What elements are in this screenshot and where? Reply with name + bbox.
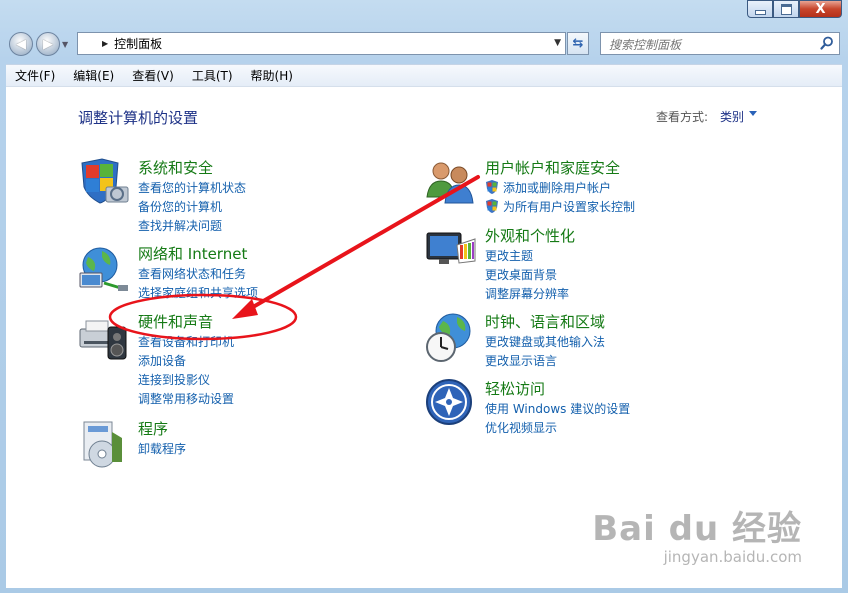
maximize-button[interactable] xyxy=(773,0,799,18)
user-accounts-icon[interactable] xyxy=(425,157,477,209)
page-title: 调整计算机的设置 xyxy=(78,109,199,127)
category-title[interactable]: 网络和 Internet xyxy=(138,243,247,264)
link-change-keyboard[interactable]: 更改键盘或其他输入法 xyxy=(485,333,605,352)
clock-region-icon[interactable] xyxy=(425,311,477,363)
caption-buttons: X xyxy=(747,0,842,18)
menu-view[interactable]: 查看(V) xyxy=(123,66,183,86)
back-button[interactable]: ◀ xyxy=(9,32,33,56)
uac-shield-icon xyxy=(486,180,498,194)
view-by-label: 查看方式: xyxy=(656,110,709,124)
breadcrumb-control-panel[interactable]: 控制面板 xyxy=(114,35,162,52)
link-devices-printers[interactable]: 查看设备和打印机 xyxy=(138,333,234,352)
link-mobility-settings[interactable]: 调整常用移动设置 xyxy=(138,390,234,409)
breadcrumb-arrow-icon[interactable]: ▶ xyxy=(102,39,108,48)
link-adjust-resolution[interactable]: 调整屏幕分辨率 xyxy=(485,285,569,304)
link-troubleshoot[interactable]: 查找并解决问题 xyxy=(138,217,246,236)
minimize-icon xyxy=(754,9,766,15)
forward-button[interactable]: ▶ xyxy=(36,32,60,56)
link-change-display-language[interactable]: 更改显示语言 xyxy=(485,352,605,371)
link-network-status[interactable]: 查看网络状态和任务 xyxy=(138,265,258,284)
watermark-url: jingyan.baidu.com xyxy=(663,548,802,566)
link-backup-computer[interactable]: 备份您的计算机 xyxy=(138,198,246,217)
programs-icon[interactable] xyxy=(78,418,130,470)
link-add-remove-accounts[interactable]: 添加或删除用户帐户 xyxy=(485,179,635,198)
refresh-button[interactable]: ⇆ xyxy=(567,32,589,55)
category-title[interactable]: 系统和安全 xyxy=(138,157,213,178)
category-title[interactable]: 用户帐户和家庭安全 xyxy=(485,157,620,178)
watermark-brand: Bai du 经验 xyxy=(592,509,802,549)
link-connect-projector[interactable]: 连接到投影仪 xyxy=(138,371,234,390)
appearance-icon[interactable] xyxy=(425,225,477,277)
link-view-computer-status[interactable]: 查看您的计算机状态 xyxy=(138,179,246,198)
category-title[interactable]: 轻松访问 xyxy=(485,378,545,399)
network-icon[interactable] xyxy=(78,243,130,295)
menu-edit[interactable]: 编辑(E) xyxy=(64,66,123,86)
category-title[interactable]: 外观和个性化 xyxy=(485,225,575,246)
uac-shield-icon xyxy=(486,199,498,213)
link-windows-suggested-settings[interactable]: 使用 Windows 建议的设置 xyxy=(485,400,630,419)
category-title[interactable]: 硬件和声音 xyxy=(138,311,213,332)
recent-pages-dropdown-icon[interactable]: ▼ xyxy=(62,40,72,50)
content-area: 调整计算机的设置 查看方式: 类别 系统和安全 查看您的计算机状态 备份您的计算… xyxy=(6,86,842,588)
system-security-icon[interactable] xyxy=(78,157,130,209)
view-by-dropdown[interactable]: 类别 xyxy=(720,108,744,125)
link-change-theme[interactable]: 更改主题 xyxy=(485,247,569,266)
address-bar[interactable]: ▶ 控制面板 ▼ xyxy=(77,32,566,55)
menu-file[interactable]: 文件(F) xyxy=(6,66,64,86)
search-icon[interactable] xyxy=(820,36,834,50)
link-parental-controls[interactable]: 为所有用户设置家长控制 xyxy=(485,198,635,217)
category-title[interactable]: 时钟、语言和区域 xyxy=(485,311,605,332)
control-panel-window: X ◀ ▶ ▼ ▶ 控制面板 ▼ ⇆ 文件(F) 编辑(E) 查看(V) 工具(… xyxy=(0,0,848,593)
menu-tools[interactable]: 工具(T) xyxy=(183,66,242,86)
link-add-device[interactable]: 添加设备 xyxy=(138,352,234,371)
link-label[interactable]: 为所有用户设置家长控制 xyxy=(503,200,635,214)
address-dropdown-icon[interactable]: ▼ xyxy=(554,38,561,48)
view-by-arrow-icon[interactable] xyxy=(749,111,757,116)
menu-help[interactable]: 帮助(H) xyxy=(242,66,302,86)
link-optimize-display[interactable]: 优化视频显示 xyxy=(485,419,630,438)
link-uninstall-program[interactable]: 卸载程序 xyxy=(138,440,186,459)
baidu-watermark: Bai du 经验 jingyan.baidu.com xyxy=(592,501,802,566)
search-box[interactable] xyxy=(600,32,840,55)
link-change-background[interactable]: 更改桌面背景 xyxy=(485,266,569,285)
maximize-icon xyxy=(780,3,792,15)
navigation-bar: ◀ ▶ ▼ ▶ 控制面板 ▼ ⇆ xyxy=(0,28,848,60)
link-label[interactable]: 添加或删除用户帐户 xyxy=(503,181,611,195)
hardware-sound-icon[interactable] xyxy=(78,311,130,363)
menu-bar: 文件(F) 编辑(E) 查看(V) 工具(T) 帮助(H) xyxy=(6,64,842,86)
link-homegroup-sharing[interactable]: 选择家庭组和共享选项 xyxy=(138,284,258,303)
minimize-button[interactable] xyxy=(747,0,773,18)
ease-of-access-icon[interactable] xyxy=(425,378,477,430)
close-button[interactable]: X xyxy=(799,0,842,18)
category-title[interactable]: 程序 xyxy=(138,418,168,439)
search-input[interactable] xyxy=(607,34,821,55)
